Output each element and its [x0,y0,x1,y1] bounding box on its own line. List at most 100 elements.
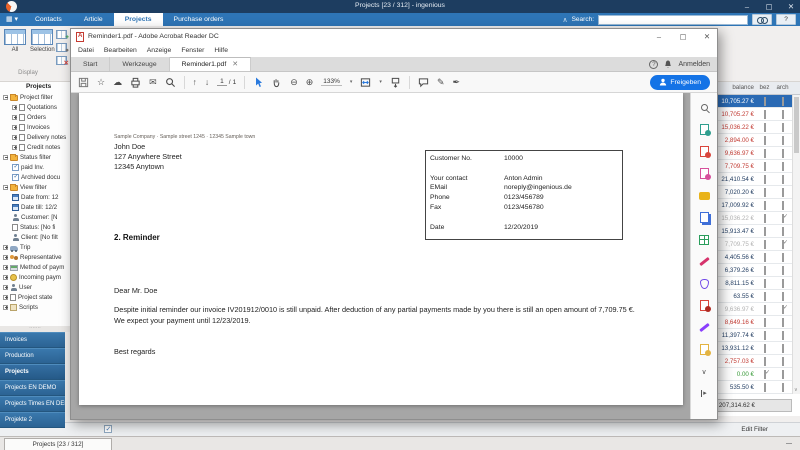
organize-pages-icon[interactable] [698,233,711,246]
archived-checkbox[interactable] [781,122,784,132]
menu-hilfe[interactable]: Hilfe [214,47,228,54]
ribbon-tab-purchase-orders[interactable]: Purchase orders [163,13,235,26]
paid-checkbox[interactable] [763,356,766,366]
archived-checkbox[interactable] [781,252,784,262]
previous-page-icon[interactable]: ↑ [193,78,197,87]
tree-expander-icon[interactable] [12,104,17,110]
archived-checkbox[interactable] [781,343,784,353]
table-row[interactable]: 13,931.12 € [712,342,800,355]
tree-expander-icon[interactable] [3,304,8,310]
table-row[interactable]: 15,036.22 € [712,212,800,225]
paid-checkbox[interactable] [763,330,766,340]
collapse-panel-icon[interactable]: ▸ [698,387,711,400]
tree-item-quotations[interactable]: Quotations [0,102,70,112]
save-icon[interactable] [78,77,89,88]
paid-checkbox[interactable] [763,96,766,106]
nav-projects-times-en-demo[interactable]: Projects Times EN DEMO [0,396,65,412]
collapse-ribbon-icon[interactable]: ∧ [562,16,567,24]
paid-checkbox[interactable] [763,200,766,210]
more-tools-icon[interactable]: ∨ [698,365,711,378]
zoom-dropdown-icon[interactable]: ▾ [350,79,353,85]
menu-bearbeiten[interactable]: Bearbeiten [104,47,137,54]
search-tools-icon[interactable] [698,101,711,114]
tree-expander-icon[interactable] [12,124,17,130]
advanced-search-button[interactable] [752,14,772,25]
tree-expander-icon[interactable] [3,184,8,190]
pencil-icon[interactable]: ✎ [437,77,445,87]
archived-checkbox[interactable] [781,161,784,171]
archived-checkbox[interactable] [781,200,784,210]
zoom-in-icon[interactable]: ⊕ [306,77,314,87]
app-menu-button[interactable]: ▦ ▾ [0,13,24,26]
paid-checkbox[interactable] [763,304,766,314]
tree-expander-icon[interactable] [3,154,8,160]
paid-checkbox[interactable] [763,278,766,288]
tree-item-incoming-paym[interactable]: Incoming paym [0,272,70,282]
create-pdf-icon[interactable] [698,145,711,158]
nav-projekte-2[interactable]: Projekte 2 [0,412,65,428]
page-indicator[interactable]: 1 / 1 [217,78,236,86]
paid-checkbox[interactable] [763,226,766,236]
ribbon-tab-article[interactable]: Article [73,13,114,26]
table-row[interactable]: 15,036.22 € [712,121,800,134]
menu-fenster[interactable]: Fenster [181,47,204,54]
tree-expander-icon[interactable] [12,144,17,150]
acrobat-tab-start[interactable]: Start [71,57,111,71]
tree-expander-icon[interactable] [3,244,8,250]
menu-anzeige[interactable]: Anzeige [147,47,172,54]
current-page-input[interactable]: 1 [217,78,227,86]
tree-item-date-till-12-2[interactable]: Date till: 12/2 [0,202,70,212]
minimize-button[interactable]: – [738,0,756,13]
paid-checkbox[interactable] [763,135,766,145]
column-header-balance[interactable]: balance [712,82,756,94]
tree-item-representative[interactable]: Representative [0,252,70,262]
table-row[interactable]: 8,649.16 € [712,316,800,329]
fill-sign-icon[interactable] [698,255,711,268]
export-pdf-icon[interactable] [698,123,711,136]
paid-checkbox[interactable] [763,148,766,158]
tree-item-project-state[interactable]: Project state [0,292,70,302]
archived-checkbox[interactable] [781,148,784,158]
table-scrollbar[interactable] [792,95,800,394]
certificates-icon[interactable] [698,321,711,334]
paid-checkbox[interactable] [763,382,766,392]
tree-expander-icon[interactable] [12,114,17,120]
close-button[interactable]: ✕ [782,0,800,13]
nav-invoices[interactable]: Invoices [0,332,65,348]
tree-item-client-no-filt[interactable]: Client: [No filt [0,232,70,242]
filter-checkbox[interactable] [104,425,112,433]
tree-expander-icon[interactable] [12,134,17,140]
tree-expander-icon[interactable] [3,294,8,300]
table-row[interactable]: 6,379.26 € [712,264,800,277]
archived-checkbox[interactable] [781,356,784,366]
acrobat-titlebar[interactable]: Reminder1.pdf - Adobe Acrobat Reader DC … [71,29,717,44]
zoom-level-value[interactable]: 133% [321,78,342,86]
archived-checkbox[interactable] [781,109,784,119]
archived-checkbox[interactable] [781,135,784,145]
tree-item-status-no-fi[interactable]: Status: [No fi [0,222,70,232]
bottom-tab-projects[interactable]: Projects [23 / 312] [4,438,112,450]
column-header-bez[interactable]: bez [756,82,773,94]
paid-checkbox[interactable] [763,187,766,197]
archived-checkbox[interactable] [781,278,784,288]
tree-expander-icon[interactable] [3,274,8,280]
table-row[interactable]: 7,020.20 € [712,186,800,199]
next-page-icon[interactable]: ↓ [205,78,209,87]
archived-checkbox[interactable] [781,174,784,184]
archived-checkbox[interactable] [781,317,784,327]
acrobat-minimize-button[interactable]: – [649,29,669,44]
sign-in-button[interactable]: Anmelden [678,61,710,68]
tree-item-invoices[interactable]: Invoices [0,122,70,132]
tree-expander-icon[interactable] [3,284,8,290]
acrobat-close-button[interactable]: ✕ [697,29,717,44]
paid-checkbox[interactable] [763,317,766,327]
help-button[interactable]: ? [776,14,796,25]
close-tab-icon[interactable]: ✕ [232,57,238,72]
archived-checkbox[interactable] [781,291,784,301]
tree-expander-icon[interactable] [3,264,8,270]
archived-checkbox[interactable] [781,187,784,197]
archived-checkbox[interactable] [781,265,784,275]
archived-checkbox[interactable] [781,304,784,314]
paid-checkbox[interactable] [763,122,766,132]
paid-checkbox[interactable] [763,239,766,249]
